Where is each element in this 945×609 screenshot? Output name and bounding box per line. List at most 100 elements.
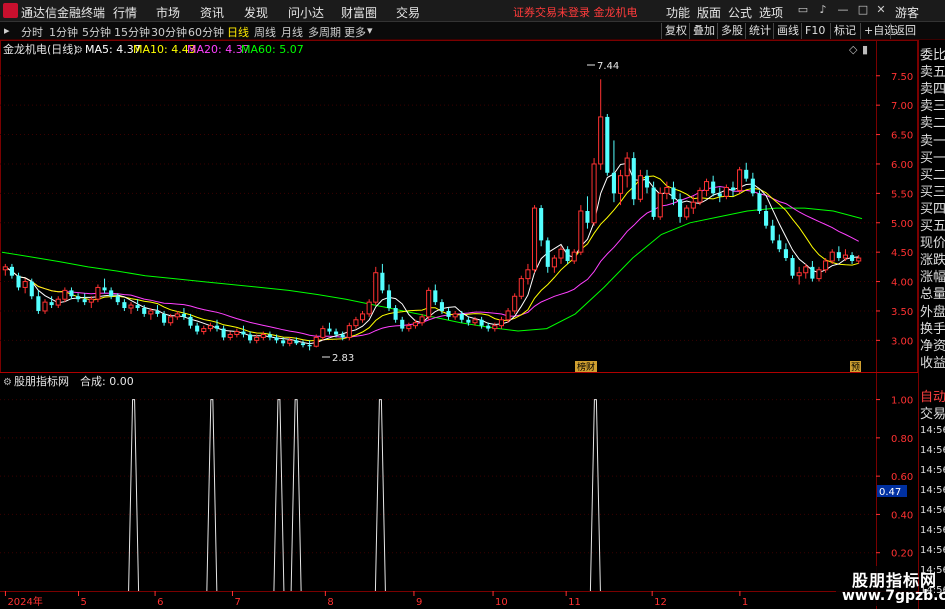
- candle-body: [498, 319, 505, 327]
- menu-trade[interactable]: 交易: [396, 4, 420, 21]
- candle-body: [267, 334, 272, 338]
- menu-market[interactable]: 市场: [156, 4, 180, 21]
- tourist-label[interactable]: 游客: [895, 4, 919, 21]
- candle-body: [248, 334, 253, 341]
- collapse-icon[interactable]: ▸: [4, 24, 10, 37]
- title-bar: 通达信金融终端 行情 市场 资讯 发现 问小达 财富圈 交易 证券交易未登录 金…: [0, 0, 945, 22]
- candle-body: [334, 331, 339, 335]
- candle: [373, 266, 379, 306]
- candle-body: [744, 169, 749, 179]
- draw-button[interactable]: 画线: [773, 23, 802, 39]
- candle-body: [631, 158, 636, 200]
- screen-icon[interactable]: ▭: [796, 3, 810, 17]
- menu-ask[interactable]: 问小达: [288, 4, 324, 21]
- candle-body: [810, 266, 815, 279]
- period-15min[interactable]: 15分钟: [114, 24, 150, 40]
- price-tick-label: 5.00: [891, 219, 913, 230]
- candle: [631, 152, 636, 206]
- candle-body: [531, 207, 538, 271]
- menu-function[interactable]: 功能: [666, 4, 690, 21]
- period-monthly[interactable]: 月线: [281, 24, 303, 40]
- trading-terminal: 通达信金融终端 行情 市场 资讯 发现 问小达 财富圈 交易 证券交易未登录 金…: [0, 0, 945, 609]
- indicator-tick-label: 0.20: [891, 549, 913, 560]
- indicator-name[interactable]: 股朋指标网: [14, 374, 69, 388]
- candle-body: [842, 254, 849, 259]
- candle: [518, 275, 524, 300]
- overlay-button[interactable]: 叠加: [689, 23, 718, 39]
- candle-body: [723, 186, 729, 197]
- event-badge-2-text: 预: [851, 362, 860, 373]
- candle-body: [836, 252, 841, 259]
- menu-formula[interactable]: 公式: [728, 4, 752, 21]
- period-5min[interactable]: 5分钟: [82, 24, 111, 40]
- more-dropdown-icon[interactable]: ▾: [367, 24, 373, 37]
- scroll-icon[interactable]: ▮: [862, 43, 868, 56]
- price-tick-label: 3.00: [891, 336, 913, 347]
- candle-body: [168, 316, 174, 324]
- candle-body: [439, 302, 444, 311]
- time-tick-label: 1: [742, 597, 748, 608]
- menu-discover[interactable]: 发现: [244, 4, 268, 21]
- maximize-icon[interactable]: □: [856, 3, 870, 17]
- candle: [531, 205, 538, 273]
- tick-time: 14:56: [920, 545, 945, 556]
- mark-button[interactable]: 标记: [830, 23, 859, 39]
- bell-icon[interactable]: ♪: [816, 3, 830, 17]
- menu-layout[interactable]: 版面: [697, 4, 721, 21]
- time-tick-label: 10: [495, 597, 508, 608]
- candle-body: [148, 310, 154, 315]
- candle-body: [678, 199, 683, 217]
- period-multi[interactable]: 多周期: [308, 24, 341, 40]
- candle: [578, 205, 584, 256]
- candle-body: [644, 175, 650, 188]
- tick-time: 14:56: [920, 465, 945, 476]
- candle-body: [433, 290, 438, 303]
- candle-body: [452, 313, 458, 318]
- menu-options[interactable]: 选项: [759, 4, 783, 21]
- back-button[interactable]: 返回: [890, 23, 919, 39]
- settings-gear-icon[interactable]: ⚙: [74, 45, 83, 56]
- candle-body: [611, 172, 616, 194]
- period-daily[interactable]: 日线: [227, 24, 249, 40]
- adjust-button[interactable]: 复权: [661, 23, 690, 39]
- minimize-icon[interactable]: —: [836, 3, 850, 17]
- close-icon[interactable]: ✕: [874, 3, 888, 17]
- f10-button[interactable]: F10: [801, 23, 828, 39]
- candle-body: [386, 290, 392, 309]
- candle-body: [135, 305, 140, 309]
- indicator-value: 合成: 0.00: [80, 374, 134, 388]
- period-weekly[interactable]: 周线: [254, 24, 276, 40]
- kline-chart[interactable]: 7.50 7.00 6.50 6.00 5.50 5.00 4.50 4.00 3.50 3.00…: [0, 40, 918, 609]
- multi-stock-button[interactable]: 多股: [717, 23, 746, 39]
- candle-body: [803, 266, 809, 274]
- candle-body: [2, 266, 8, 271]
- login-notice[interactable]: 证券交易未登录 金龙机电: [513, 4, 638, 20]
- candle-body: [730, 187, 736, 191]
- menu-quotes[interactable]: 行情: [113, 4, 137, 21]
- candle-body: [122, 302, 127, 309]
- candle-body: [281, 340, 286, 344]
- menu-wealth[interactable]: 财富圈: [341, 4, 377, 21]
- event-badge-1-text: 榜财: [577, 361, 595, 373]
- indicator-gear-icon[interactable]: ⚙: [3, 377, 12, 388]
- period-1min[interactable]: 1分钟: [49, 24, 78, 40]
- period-60min[interactable]: 60分钟: [188, 24, 224, 40]
- candle-body: [512, 295, 518, 312]
- price-tick-label: 4.00: [891, 278, 913, 289]
- candle-body: [254, 336, 260, 341]
- diamond-icon[interactable]: ◇: [849, 43, 858, 56]
- candle-body: [703, 181, 710, 191]
- high-price-label: 7.44: [597, 61, 619, 72]
- period-intraday[interactable]: 分时: [21, 24, 43, 40]
- price-tick-label: 7.00: [891, 101, 913, 112]
- candle-body: [684, 207, 690, 218]
- menu-news[interactable]: 资讯: [200, 4, 224, 21]
- candle-body: [155, 310, 160, 314]
- period-more[interactable]: 更多: [344, 24, 366, 40]
- stats-button[interactable]: 统计: [745, 23, 774, 39]
- candle-body: [9, 266, 14, 276]
- period-30min[interactable]: 30分钟: [151, 24, 187, 40]
- stock-name[interactable]: 金龙机电(日线): [3, 42, 78, 56]
- candle: [591, 158, 597, 226]
- candle: [605, 113, 610, 176]
